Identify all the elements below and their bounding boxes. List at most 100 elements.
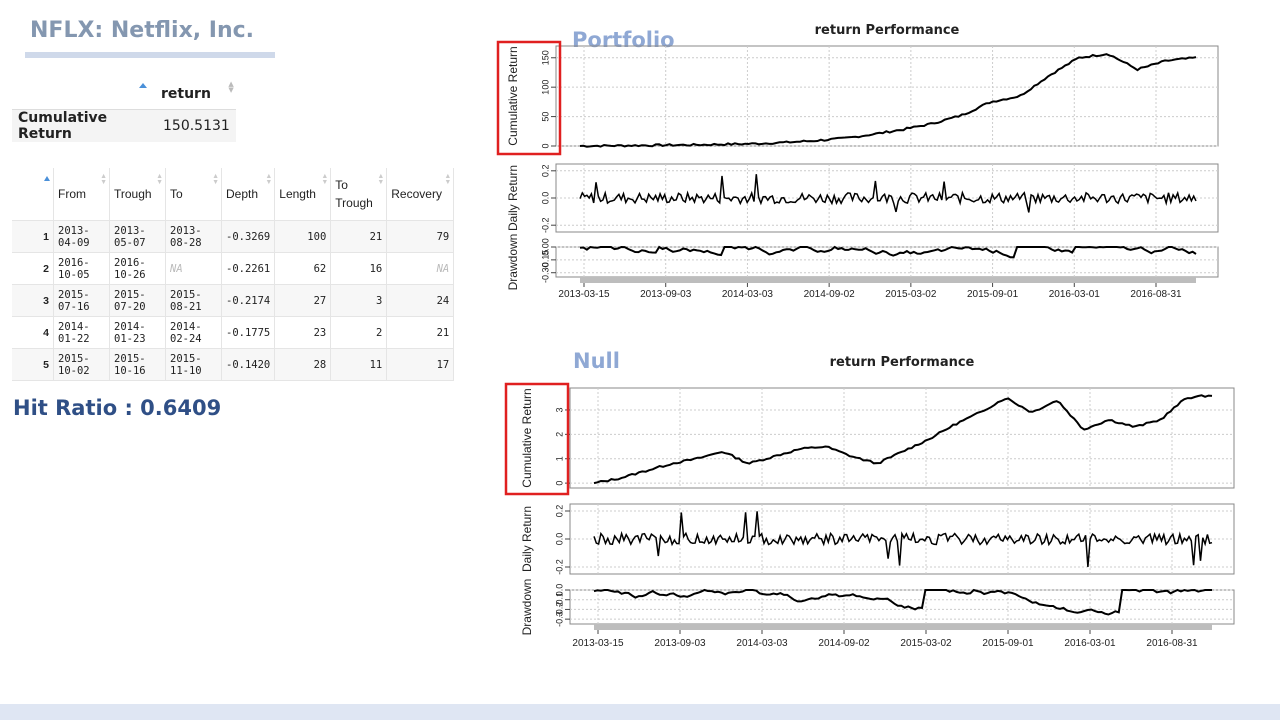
sort-icon: ▲ ▼ — [212, 173, 219, 186]
y-tick-label: -0.2 — [540, 217, 550, 233]
cell-recovery: 79 — [386, 220, 455, 253]
sort-header-index[interactable] — [12, 168, 54, 221]
cell-trough: 2016-10-26 — [109, 252, 166, 285]
summary-value: 150.5131 — [155, 109, 236, 142]
sort-icon: ▲ ▼ — [228, 80, 234, 94]
series-line-cumulative — [579, 53, 1197, 148]
cell-to: 2014-02-24 — [165, 316, 222, 349]
cell-idx: 4 — [12, 316, 54, 349]
y-tick-label: 100 — [540, 80, 550, 95]
chart-title: return Performance — [815, 23, 960, 38]
column-header-trough[interactable]: Trough ▲ ▼ — [109, 168, 166, 221]
column-header-from[interactable]: From ▲ ▼ — [53, 168, 110, 221]
sort-icon: ▲ ▼ — [377, 173, 385, 186]
column-header-to[interactable]: To ▲ ▼ — [165, 168, 222, 221]
sort-asc-icon — [139, 83, 147, 88]
cell-to_trough: 3 — [330, 284, 388, 317]
cell-length: 62 — [274, 252, 332, 285]
drawdown-table: From ▲ ▼ Trough ▲ ▼ To ▲ ▼ Depth ▲ ▼ Length ▲ ▼ To… — [12, 168, 455, 381]
x-tick-label: 2013-09-03 — [654, 638, 706, 649]
date-band — [594, 624, 1212, 630]
cell-to_trough: 21 — [330, 220, 388, 253]
cell-depth: -0.2174 — [221, 284, 276, 317]
cell-from: 2013-04-09 — [53, 220, 110, 253]
y-axis-label: Drawdown — [520, 579, 534, 636]
y-tick-label: 0.0 — [554, 533, 564, 546]
table-row: 4 2014-01-22 2014-01-23 2014-02-24 -0.1775 23… — [12, 316, 455, 349]
title-underline — [25, 52, 275, 58]
y-tick-label: 0.00 — [540, 238, 550, 256]
cell-length: 23 — [274, 316, 332, 349]
column-header-length[interactable]: Length ▲ ▼ — [274, 168, 332, 221]
cell-trough: 2015-10-16 — [109, 348, 166, 381]
cell-from: 2014-01-22 — [53, 316, 110, 349]
y-tick-label: 0 — [554, 481, 564, 486]
sort-icon: ▲ ▼ — [100, 173, 107, 186]
cell-to: 2015-11-10 — [165, 348, 222, 381]
x-tick-label: 2016-03-01 — [1049, 289, 1101, 300]
cell-depth: -0.2261 — [221, 252, 276, 285]
summary-row-label: Cumulative Return — [12, 109, 155, 142]
y-tick-label: 50 — [540, 112, 550, 122]
y-axis-label: Daily Return — [520, 506, 534, 572]
cell-to: 2015-08-21 — [165, 284, 222, 317]
highlight-box — [504, 382, 570, 496]
sort-icon: ▲ ▼ — [444, 173, 452, 186]
sort-asc-icon — [44, 176, 50, 181]
cell-to: 2013-08-28 — [165, 220, 222, 253]
y-tick-label: -0.2 — [554, 559, 564, 575]
y-axis-label: Cumulative Return — [520, 388, 534, 487]
cell-recovery: 21 — [386, 316, 455, 349]
cell-idx: 1 — [12, 220, 54, 253]
page-title: NFLX: Netflix, Inc. — [30, 18, 255, 43]
column-header-recovery[interactable]: Recovery ▲ ▼ — [386, 168, 455, 221]
cell-recovery: 24 — [386, 284, 455, 317]
cell-to_trough: 2 — [330, 316, 388, 349]
column-header-depth[interactable]: Depth ▲ ▼ — [221, 168, 276, 221]
y-axis-label: Cumulative Return — [506, 46, 520, 145]
cell-from: 2015-07-16 — [53, 284, 110, 317]
sort-header-index[interactable] — [12, 78, 155, 110]
series-line-cumulative — [593, 394, 1213, 485]
cell-depth: -0.1775 — [221, 316, 276, 349]
y-tick-label: 0 — [540, 143, 550, 148]
x-tick-label: 2015-03-02 — [885, 289, 937, 300]
cell-recovery: 17 — [386, 348, 455, 381]
series-line-drawdown — [579, 245, 1197, 259]
cell-recovery: NA — [386, 252, 455, 285]
summary-table: return ▲ ▼ Cumulative Return 150.5131 — [12, 78, 236, 142]
x-tick-label: 2016-08-31 — [1130, 289, 1182, 300]
cell-length: 28 — [274, 348, 332, 381]
cell-to_trough: 16 — [330, 252, 388, 285]
x-tick-label: 2013-09-03 — [640, 289, 692, 300]
y-tick-label: 3 — [554, 407, 564, 412]
y-tick-label: 150 — [540, 50, 550, 65]
cell-length: 100 — [274, 220, 332, 253]
date-band — [580, 277, 1196, 283]
x-tick-label: 2014-09-02 — [818, 638, 870, 649]
summary-column-header[interactable]: return ▲ ▼ — [155, 78, 236, 110]
column-header-to-trough[interactable]: To Trough ▲ ▼ — [330, 168, 388, 221]
cell-length: 27 — [274, 284, 332, 317]
y-tick-label: 0.0 — [540, 192, 550, 205]
series-line-daily — [579, 174, 1197, 213]
x-tick-label: 2013-03-15 — [558, 289, 610, 300]
y-tick-label: 0.0 — [554, 584, 564, 597]
y-tick-label: 0.2 — [540, 165, 550, 178]
x-tick-label: 2015-09-01 — [982, 638, 1034, 649]
cell-idx: 5 — [12, 348, 54, 381]
x-tick-label: 2013-03-15 — [572, 638, 624, 649]
cell-trough: 2013-05-07 — [109, 220, 166, 253]
y-axis-label: Daily Return — [506, 165, 520, 231]
performance-chart-null: return Performance 0 1 2 3 Cumulative Return -… — [504, 355, 1235, 649]
table-row: 2 2016-10-05 2016-10-26 NA -0.2261 62 16 NA — [12, 252, 455, 285]
x-tick-label: 2016-08-31 — [1146, 638, 1198, 649]
sort-icon: ▲ ▼ — [321, 173, 329, 186]
cell-trough: 2015-07-20 — [109, 284, 166, 317]
x-tick-label: 2014-03-03 — [736, 638, 788, 649]
panel-frame — [555, 163, 1219, 233]
cell-trough: 2014-01-23 — [109, 316, 166, 349]
y-tick-label: 2 — [554, 432, 564, 437]
cell-depth: -0.3269 — [221, 220, 276, 253]
footer-bar — [0, 704, 1280, 720]
